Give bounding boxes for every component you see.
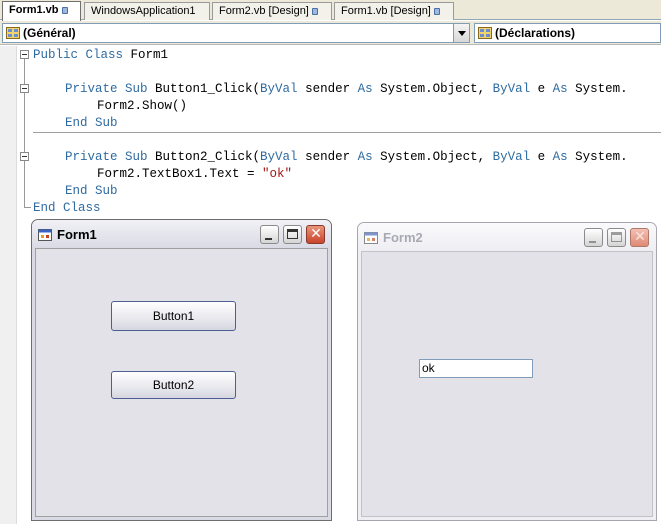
keyword: As — [357, 150, 373, 164]
maximize-icon — [611, 232, 622, 242]
code-line-8: Form2.TextBox1.Text = "ok" — [97, 166, 292, 183]
keyword: Private Sub — [65, 150, 148, 164]
class-icon — [6, 27, 20, 39]
form1-titlebar[interactable]: Form1 ✕ — [32, 220, 331, 248]
code-text: Button2_Click( — [147, 150, 261, 164]
code-text: Form2.TextBox1.Text = — [97, 167, 263, 181]
code-text: Button1_Click( — [147, 82, 261, 96]
maximize-icon — [287, 229, 298, 239]
document-tab-strip: Form1.vb WindowsApplication1 Form2.vb [D… — [0, 0, 661, 21]
maximize-button[interactable] — [607, 228, 626, 247]
outline-end — [24, 207, 31, 208]
form1-window[interactable]: Form1 ✕ Button1 Button2 — [31, 219, 332, 521]
tab-label: WindowsApplication1 — [91, 5, 196, 17]
minimize-icon — [265, 238, 272, 240]
class-dropdown[interactable]: (Général) — [2, 23, 454, 43]
tab-form1-design[interactable]: Form1.vb [Design] — [334, 2, 454, 20]
keyword: End Sub — [65, 116, 118, 130]
form2-title: Form2 — [383, 230, 423, 245]
tab-form2-design[interactable]: Form2.vb [Design] — [212, 2, 332, 20]
code-text: System.Object, — [372, 82, 493, 96]
code-text: System.Object, — [372, 150, 493, 164]
code-line-4: Form2.Show() — [97, 98, 187, 115]
lock-icon — [311, 8, 318, 15]
keyword: End Class — [33, 201, 101, 215]
code-text: e — [530, 150, 553, 164]
members-icon — [478, 27, 492, 39]
form1-client-area: Button1 Button2 — [35, 248, 328, 517]
navigation-bar: (Général) (Déclarations) — [0, 21, 661, 45]
collapse-icon[interactable] — [20, 50, 29, 59]
tab-label: Form1.vb [Design] — [341, 5, 431, 17]
code-line-1: Public Class Form1 — [33, 47, 168, 64]
procedure-separator — [33, 132, 661, 133]
keyword: ByVal — [492, 82, 531, 96]
close-button[interactable]: ✕ — [306, 225, 325, 244]
textbox1[interactable]: ok — [419, 359, 533, 378]
keyword: End Sub — [65, 184, 118, 198]
outline-line — [24, 54, 25, 208]
lock-icon — [433, 8, 440, 15]
code-editor[interactable]: Public Class Form1 Private Sub Button1_C… — [0, 46, 661, 524]
code-line-3: Private Sub Button1_Click(ByVal sender A… — [65, 81, 628, 98]
runtime-area: Form1 ✕ Button1 Button2 Form2 ✕ ok — [17, 216, 661, 524]
form2-window[interactable]: Form2 ✕ ok — [357, 222, 657, 521]
code-line-10: End Class — [33, 200, 101, 217]
class-dropdown-value: (Général) — [23, 26, 76, 40]
form2-client-area: ok — [361, 251, 653, 517]
code-line-9: End Sub — [65, 183, 118, 200]
code-text: Form1 — [123, 48, 169, 62]
button1[interactable]: Button1 — [111, 301, 236, 331]
string-literal: "ok" — [262, 167, 293, 181]
member-dropdown[interactable]: (Déclarations) — [474, 23, 661, 43]
keyword: Private Sub — [65, 82, 148, 96]
minimize-button[interactable] — [584, 228, 603, 247]
code-text: sender — [297, 150, 358, 164]
minimize-icon — [589, 241, 596, 243]
tab-windowsapplication1[interactable]: WindowsApplication1 — [84, 2, 210, 20]
lock-icon — [61, 7, 68, 14]
class-dropdown-arrow[interactable] — [453, 23, 470, 43]
tab-label: Form1.vb — [9, 4, 59, 16]
keyword: As — [357, 82, 373, 96]
tab-form1-vb[interactable]: Form1.vb — [2, 1, 81, 21]
close-icon: ✕ — [634, 229, 646, 245]
code-line-7: Private Sub Button2_Click(ByVal sender A… — [65, 149, 628, 166]
button2[interactable]: Button2 — [111, 371, 236, 399]
code-text: sender — [297, 82, 358, 96]
tab-label: Form2.vb [Design] — [219, 5, 309, 17]
minimize-button[interactable] — [260, 225, 279, 244]
maximize-button[interactable] — [283, 225, 302, 244]
form1-title: Form1 — [57, 227, 97, 242]
keyword: ByVal — [492, 150, 531, 164]
keyword: ByVal — [260, 82, 298, 96]
close-icon: ✕ — [310, 226, 322, 242]
code-text: Form2.Show() — [97, 99, 188, 113]
code-text: System. — [567, 82, 628, 96]
editor-margin — [0, 46, 17, 524]
form-icon — [38, 229, 52, 241]
code-text: e — [530, 82, 553, 96]
keyword: As — [552, 150, 568, 164]
close-button[interactable]: ✕ — [630, 228, 649, 247]
keyword: Public Class — [33, 48, 124, 62]
keyword: As — [552, 82, 568, 96]
form2-titlebar[interactable]: Form2 ✕ — [358, 223, 656, 251]
code-text: System. — [567, 150, 628, 164]
collapse-icon[interactable] — [20, 84, 29, 93]
form-icon — [364, 232, 378, 244]
code-line-5: End Sub — [65, 115, 118, 132]
collapse-icon[interactable] — [20, 152, 29, 161]
keyword: ByVal — [260, 150, 298, 164]
member-dropdown-value: (Déclarations) — [495, 26, 576, 40]
